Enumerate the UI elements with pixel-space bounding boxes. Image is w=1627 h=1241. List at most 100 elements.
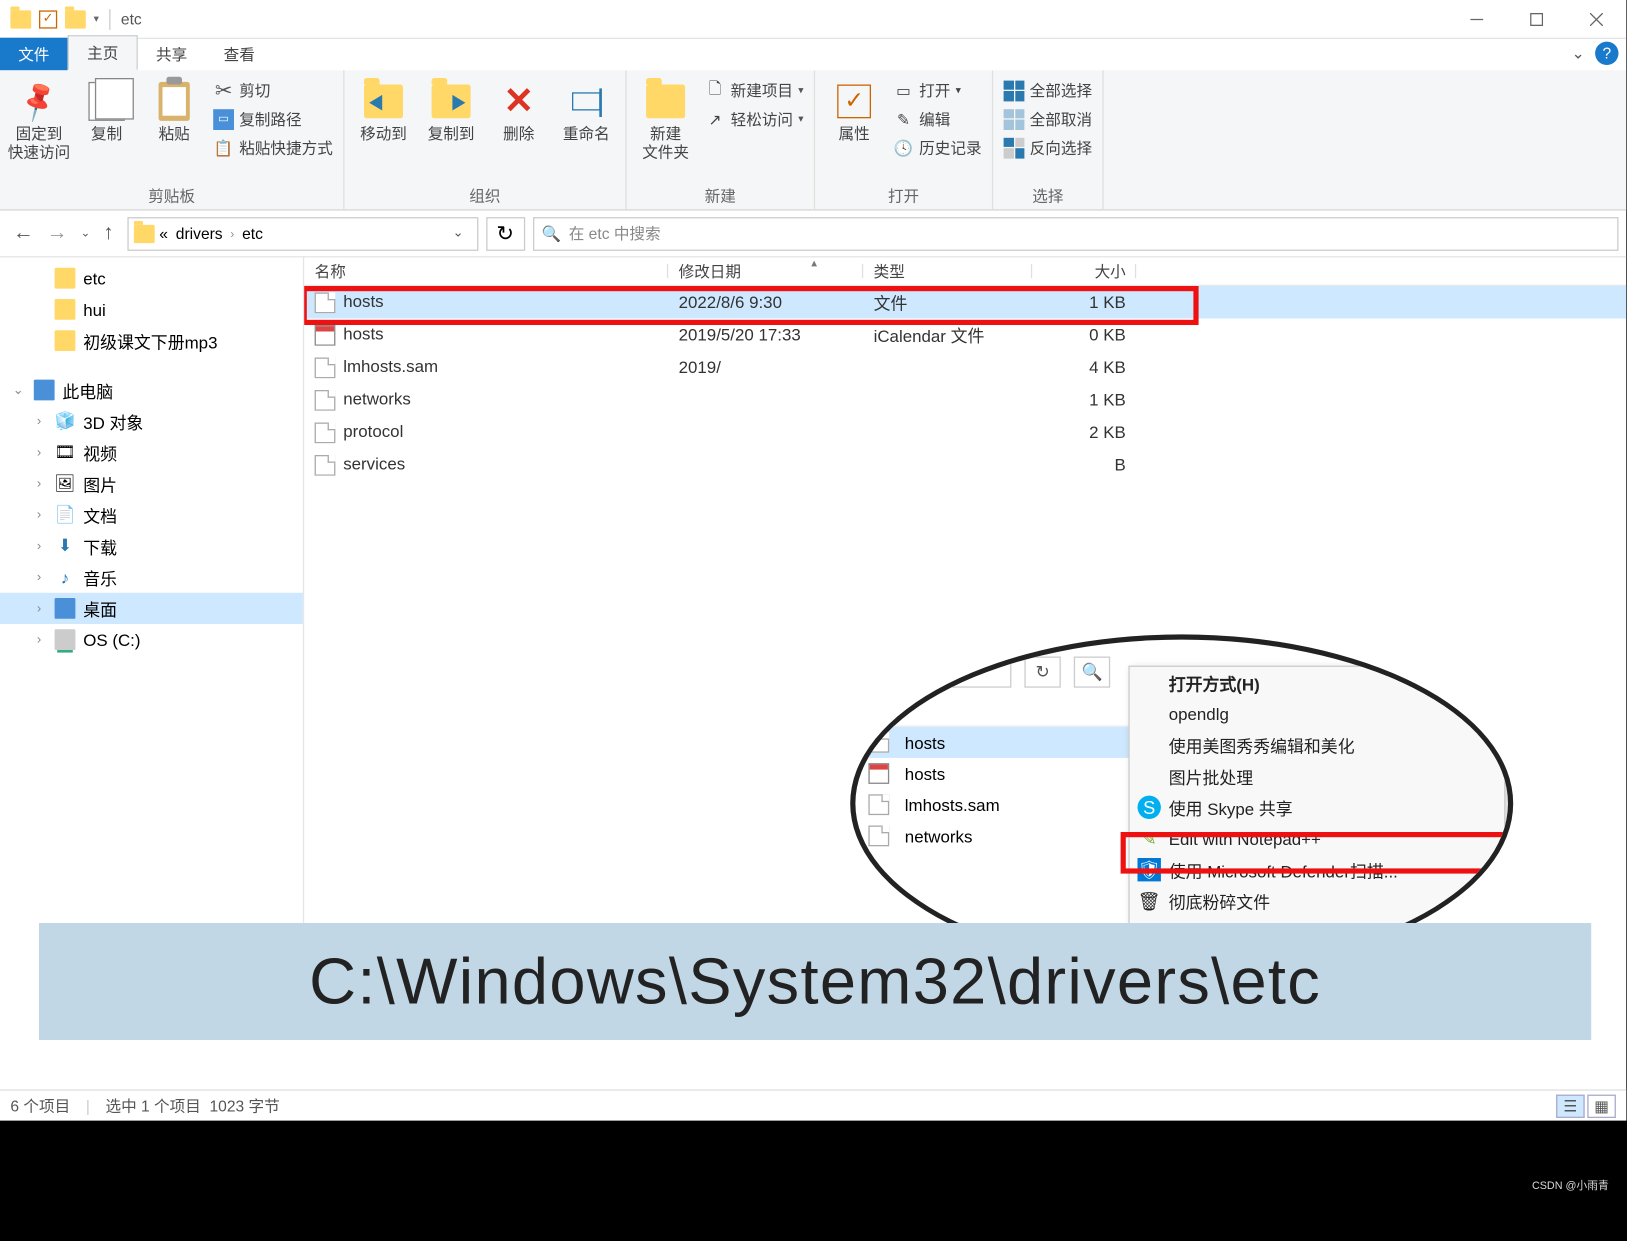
qat-dropdown-icon[interactable]: ▾ xyxy=(94,13,99,25)
tree-item-this-pc[interactable]: ⌄此电脑 xyxy=(0,374,303,405)
tree-item[interactable]: 初级课文下册mp3 xyxy=(0,325,303,356)
forward-button: → xyxy=(47,222,68,245)
breadcrumb[interactable]: etc xyxy=(240,224,266,242)
path-annotation: C:\Windows\System32\drivers\etc xyxy=(39,923,1591,1040)
ctx-item-defender[interactable]: 🛡使用 Microsoft Defender扫描... xyxy=(1130,854,1504,885)
file-row[interactable]: hosts2019/5/20 17:33iCalendar 文件0 KB xyxy=(304,319,1626,352)
select-all-button[interactable]: 全部选择 xyxy=(1001,78,1095,103)
paste-button[interactable]: 粘贴 xyxy=(143,75,205,143)
tree-item[interactable]: hui xyxy=(0,294,303,325)
tree-item[interactable]: ›📄文档 xyxy=(0,499,303,530)
close-button[interactable] xyxy=(1567,0,1627,38)
tree-item[interactable]: ›🧊3D 对象 xyxy=(0,406,303,437)
select-none-button[interactable]: 全部取消 xyxy=(1001,107,1095,132)
col-size[interactable]: 大小 xyxy=(1032,260,1136,282)
defender-icon: 🛡 xyxy=(1138,858,1161,881)
pc-icon xyxy=(34,380,55,401)
downloads-icon: ⬇ xyxy=(55,536,76,557)
col-date[interactable]: 修改日期 xyxy=(668,260,863,282)
view-details-button[interactable]: ☰ xyxy=(1556,1094,1585,1117)
file-row[interactable]: networks1 KB xyxy=(304,384,1626,417)
pin-to-quickaccess-button[interactable]: 📌固定到 快速访问 xyxy=(8,75,70,162)
tab-home[interactable]: 主页 xyxy=(68,35,138,70)
ctx-item-batch[interactable]: 图片批处理 xyxy=(1130,761,1504,792)
group-open-label: 打开 xyxy=(888,182,919,209)
tree-item[interactable]: ›🖼图片 xyxy=(0,468,303,499)
group-new-label: 新建 xyxy=(705,182,736,209)
maximize-button[interactable] xyxy=(1507,0,1567,38)
statusbar: 6 个项目 | 选中 1 个项目 1023 字节 ☰ ▦ xyxy=(0,1089,1626,1120)
edit-button[interactable]: ✎编辑 xyxy=(891,107,985,132)
minimize-button[interactable] xyxy=(1447,0,1507,38)
paste-shortcut-button[interactable]: 📋粘贴快捷方式 xyxy=(211,135,336,160)
nav-tree[interactable]: etc hui 初级课文下册mp3 ⌄此电脑 ›🧊3D 对象 ›🎞视频 ›🖼图片… xyxy=(0,257,304,1021)
selection-info: 选中 1 个项目 1023 字节 xyxy=(105,1095,279,1117)
tree-item[interactable]: etc xyxy=(0,263,303,294)
notepadpp-icon: ✎ xyxy=(1138,827,1161,850)
file-icon xyxy=(315,422,336,443)
music-icon: ♪ xyxy=(55,567,76,588)
tab-view[interactable]: 查看 xyxy=(205,38,273,71)
folder-icon xyxy=(55,330,76,351)
refresh-button[interactable]: ↻ xyxy=(486,216,525,250)
back-button[interactable]: ← xyxy=(13,222,34,245)
rename-button[interactable]: 重命名 xyxy=(555,75,617,143)
tree-item[interactable]: ›🎞视频 xyxy=(0,437,303,468)
file-icon xyxy=(315,455,336,476)
open-button[interactable]: ▭打开▾ xyxy=(891,78,985,103)
group-organize-label: 组织 xyxy=(469,182,500,209)
collapse-ribbon-icon[interactable]: ⌄ xyxy=(1572,44,1585,62)
video-icon: 🎞 xyxy=(55,442,76,463)
ctx-item-meitu[interactable]: 使用美图秀秀编辑和美化 xyxy=(1130,729,1504,760)
copy-button[interactable]: 复制 xyxy=(75,75,137,143)
tree-item[interactable]: ›OS (C:) xyxy=(0,624,303,655)
mini-address[interactable]: ⌄ xyxy=(855,657,1011,688)
help-icon[interactable]: ? xyxy=(1595,42,1618,65)
new-item-button[interactable]: 🗋新建项目▾ xyxy=(702,78,806,103)
recent-dropdown-icon[interactable]: ⌄ xyxy=(81,226,91,240)
file-pane: 名称 ▴ 修改日期 类型 大小 hosts2022/8/6 9:30文件1 KB… xyxy=(304,257,1626,1021)
group-select-label: 选择 xyxy=(1032,182,1063,209)
check-icon[interactable]: ✓ xyxy=(39,10,57,28)
view-icons-button[interactable]: ▦ xyxy=(1587,1094,1616,1117)
cut-button[interactable]: ✂剪切 xyxy=(211,78,336,103)
ctx-item-opendlg[interactable]: opendlg xyxy=(1130,698,1504,729)
tree-item[interactable]: ›⬇下载 xyxy=(0,530,303,561)
drive-icon xyxy=(55,629,76,650)
tree-item-desktop[interactable]: ›桌面 xyxy=(0,593,303,624)
folder-icon xyxy=(55,299,76,320)
file-icon xyxy=(315,292,336,313)
easy-access-button[interactable]: ↗轻松访问▾ xyxy=(702,107,806,132)
ctx-item-shred[interactable]: 🗑彻底粉碎文件 xyxy=(1130,885,1504,916)
address-dropdown-icon[interactable]: ⌄ xyxy=(445,226,472,240)
file-row[interactable]: hosts2022/8/6 9:30文件1 KB xyxy=(304,286,1626,319)
col-type[interactable]: 类型 xyxy=(863,260,1032,282)
group-clipboard-label: 剪贴板 xyxy=(148,182,195,209)
breadcrumb[interactable]: drivers xyxy=(173,224,225,242)
tree-item[interactable]: ›♪音乐 xyxy=(0,562,303,593)
delete-button[interactable]: ✕删除 xyxy=(488,75,550,143)
col-name[interactable]: 名称 xyxy=(304,260,668,282)
history-button[interactable]: 🕓历史记录 xyxy=(891,135,985,160)
ctx-item-notepadpp[interactable]: ✎Edit with Notepad++ xyxy=(1130,823,1504,854)
address-bar[interactable]: « drivers › etc ⌄ xyxy=(127,216,478,250)
file-row[interactable]: protocol2 KB xyxy=(304,416,1626,448)
copy-path-button[interactable]: ▭复制路径 xyxy=(211,107,336,132)
file-row[interactable]: servicesB xyxy=(304,448,1626,481)
up-button[interactable]: ↑ xyxy=(103,222,113,245)
tab-file[interactable]: 文件 xyxy=(0,38,68,71)
moveto-button[interactable]: 移动到 xyxy=(352,75,414,143)
new-folder-button[interactable]: 新建 文件夹 xyxy=(634,75,696,162)
tab-share[interactable]: 共享 xyxy=(138,38,206,71)
folder-icon xyxy=(10,10,31,28)
invert-selection-button[interactable]: 反向选择 xyxy=(1001,135,1095,160)
ctx-header: 打开方式(H) xyxy=(1130,667,1504,698)
3d-objects-icon: 🧊 xyxy=(55,411,76,432)
titlebar: ✓ ▾ etc xyxy=(0,0,1626,39)
properties-button[interactable]: ✓属性 xyxy=(823,75,885,143)
file-row[interactable]: lmhosts.sam2019/4 KB xyxy=(304,351,1626,384)
search-input[interactable]: 🔍 在 etc 中搜索 xyxy=(532,216,1618,250)
watermark: CSDN @小雨青 xyxy=(1532,1178,1609,1193)
ctx-item-skype[interactable]: S使用 Skype 共享 xyxy=(1130,792,1504,823)
copyto-button[interactable]: 复制到 xyxy=(420,75,482,143)
